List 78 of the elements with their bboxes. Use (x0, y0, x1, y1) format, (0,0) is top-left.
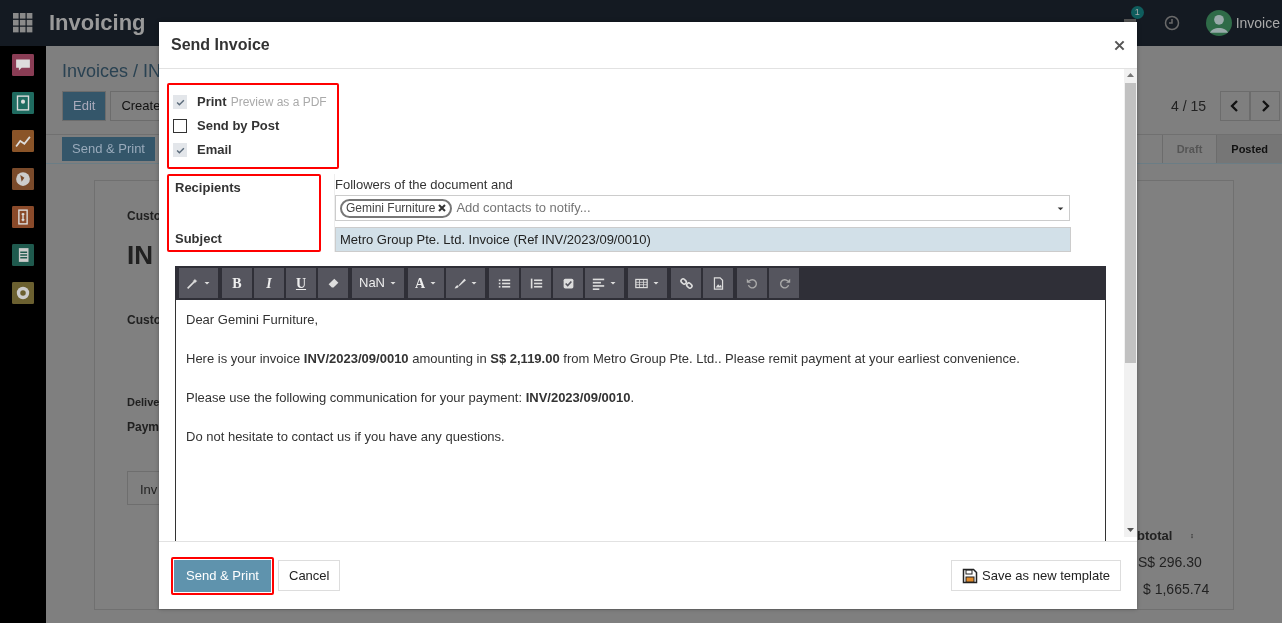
amount-cell-text: S$ 296.30 (1138, 553, 1202, 572)
checkbox[interactable] (173, 143, 187, 157)
checkbox-label: Email (197, 141, 232, 160)
clock-icon[interactable] (1163, 15, 1180, 31)
app-title: Invoicing (49, 10, 146, 36)
edit-button[interactable]: Edit (62, 91, 107, 121)
message-paragraph: Dear Gemini Furniture, (186, 311, 320, 329)
recipient-tag[interactable]: Gemini Furniture (340, 198, 453, 218)
hint-text: Preview as a PDF (230, 94, 327, 111)
numbered-list-icon (529, 276, 543, 290)
font-color-button[interactable]: A (408, 268, 445, 298)
column-header: btotal (1137, 527, 1173, 545)
brush-button[interactable] (446, 268, 486, 298)
link-icon (679, 276, 693, 290)
chat-app-icon[interactable] (12, 54, 34, 76)
next-button[interactable] (1250, 91, 1280, 121)
notification-badge: 1 (1130, 6, 1144, 20)
table-icon (635, 276, 649, 290)
subject-field[interactable]: Metro Group Pte. Ltd. Invoice (Ref INV/2023/09/0010) (335, 227, 1071, 252)
font-size-button[interactable]: NaN (352, 268, 404, 298)
message-paragraph: Please use the following communication for your payment: INV/2023/09/0010. (186, 389, 636, 407)
eraser-button[interactable] (318, 268, 348, 298)
checkbox[interactable] (173, 95, 187, 109)
underline-button[interactable]: U (286, 268, 316, 298)
recipients-field[interactable]: Gemini Furniture Add contacts to notify... (335, 195, 1070, 221)
bulleted-list-button[interactable] (489, 268, 520, 298)
message-paragraph: Here is your invoice INV/2023/09/0010 amounting in S$ 2,119.00 from Metro Group Pte. Ltd.. Please remit payment at your earliest convenience. (186, 350, 1021, 368)
checklist-icon (561, 276, 575, 290)
message-paragraph: Do not hesitate to contact us if you have any questions. (186, 428, 506, 446)
apps-menu-icon[interactable] (13, 13, 33, 33)
table-button[interactable] (628, 268, 668, 298)
bold-button[interactable]: B (222, 268, 252, 298)
field-label: Paym (127, 419, 160, 436)
previous-button[interactable] (1220, 91, 1250, 121)
avatar-icon[interactable] (1205, 10, 1232, 36)
numbered-list-button[interactable] (521, 268, 552, 298)
italic-button[interactable]: I (254, 268, 284, 298)
pager-text: 4 / 15 (1170, 96, 1206, 116)
save-template-button[interactable]: Save as new template (951, 560, 1121, 591)
remove-icon[interactable] (438, 204, 447, 212)
cancel-button[interactable]: Cancel (278, 560, 341, 591)
contacts-app-icon[interactable] (12, 92, 34, 114)
status-stage[interactable]: Posted (1216, 135, 1282, 163)
eraser-icon (326, 276, 340, 290)
save-icon (962, 567, 979, 584)
scrollbar[interactable] (1124, 69, 1137, 537)
undo-button[interactable] (737, 268, 768, 298)
send-print-button[interactable]: Send & Print (174, 559, 271, 592)
align-left-icon (592, 276, 606, 290)
checkbox-label: Print (197, 93, 227, 112)
intro-text: Followers of the document and (335, 176, 514, 194)
link-button[interactable] (671, 268, 702, 298)
field-label: Delive (127, 395, 160, 410)
checkbox[interactable] (173, 119, 187, 133)
redo-button[interactable] (769, 268, 800, 298)
dialog-title: Send Invoice (171, 35, 270, 55)
magic-wand-button[interactable] (179, 268, 218, 298)
image-icon (711, 276, 725, 290)
user-name[interactable]: Invoice (1235, 12, 1280, 34)
image-button[interactable] (703, 268, 734, 298)
close-icon (1114, 40, 1125, 52)
globe-app-icon[interactable] (12, 168, 34, 190)
amount-cell-text: $ 1,665.74 (1143, 580, 1210, 599)
redo-icon (777, 276, 791, 290)
align-left-button[interactable] (585, 268, 625, 298)
send-print-button[interactable]: Send & Print (62, 137, 155, 161)
brush-icon (453, 276, 467, 290)
checklist-button[interactable] (553, 268, 584, 298)
settings-app-icon[interactable] (12, 282, 34, 304)
checkbox-label: Send by Post (197, 117, 280, 136)
invoice-app-icon[interactable] (12, 206, 34, 228)
undo-icon (745, 276, 759, 290)
field-label: IN (127, 239, 153, 272)
chart-app-icon[interactable] (12, 130, 34, 152)
bulleted-list-icon (497, 276, 511, 290)
field-label: Subject (175, 229, 223, 248)
document-app-icon[interactable] (12, 244, 34, 266)
field-label: Recipients (175, 179, 242, 197)
